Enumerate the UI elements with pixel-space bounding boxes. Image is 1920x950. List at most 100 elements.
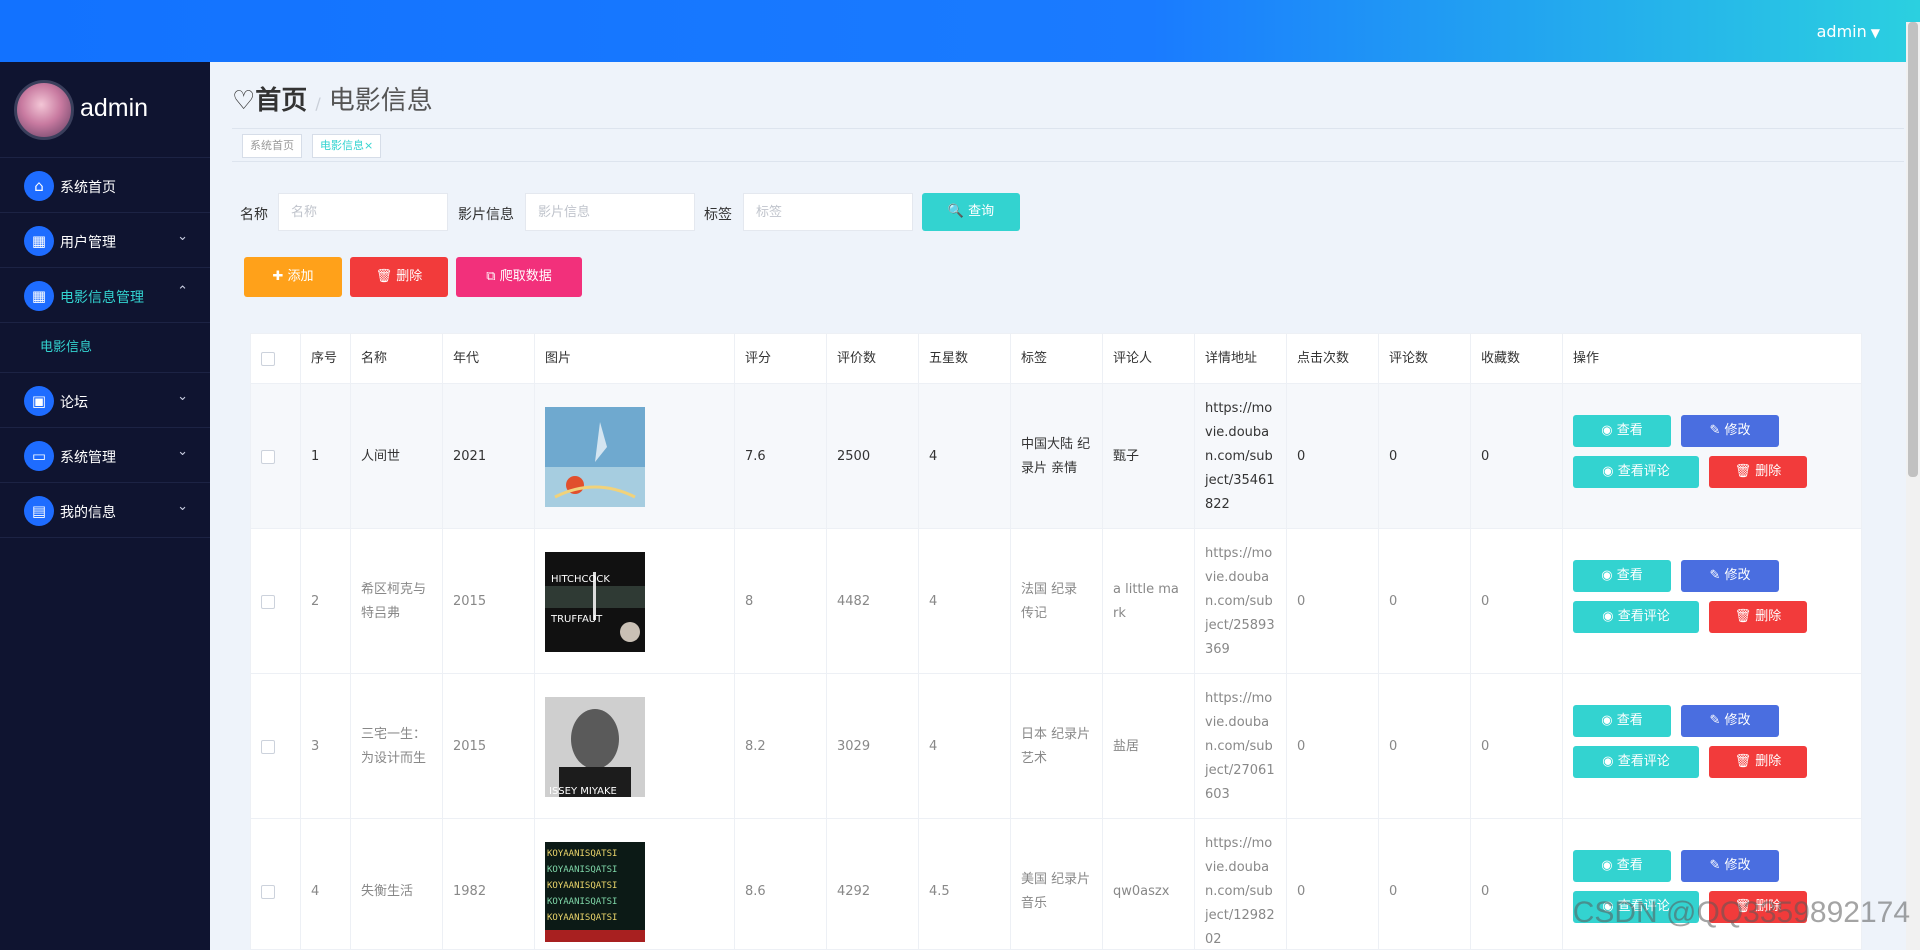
sidebar-item-label: 我的信息	[60, 505, 116, 521]
sidebar-subitem-movie-info[interactable]: 电影信息	[0, 323, 210, 373]
column-header: 年代	[443, 334, 535, 384]
row-delete-button[interactable]: 🗑 删除	[1709, 456, 1807, 488]
select-all-checkbox[interactable]	[261, 352, 275, 366]
poster-image: KOYAANISQATSI KOYAANISQATSI KOYAANISQATS…	[545, 841, 645, 942]
sidebar-item-system[interactable]: ▭ 系统管理 ⌄	[0, 428, 210, 483]
cell-comments: 0	[1379, 384, 1471, 529]
crawl-data-button[interactable]: ⧉ 爬取数据	[456, 257, 582, 297]
poster-image: HITCHCOCK TRUFFAUT	[545, 551, 645, 652]
cell-reviewer: qw0aszx	[1103, 819, 1195, 949]
poster-image	[545, 406, 645, 507]
row-checkbox[interactable]	[261, 449, 275, 464]
cell-year: 1982	[443, 819, 535, 949]
cell-operations: ◉ 查看 ✎ 修改 ◉ 查看评论 🗑 删除	[1563, 819, 1861, 949]
cell-url: https://movie.douban.com/subject/2589336…	[1195, 529, 1287, 674]
row-checkbox[interactable]	[261, 884, 275, 899]
name-search-input[interactable]	[278, 193, 448, 231]
edit-button[interactable]: ✎ 修改	[1681, 850, 1779, 882]
top-navbar: admin ▼	[0, 0, 1920, 62]
avatar	[14, 80, 74, 140]
sidebar-item-home[interactable]: ⌂ 系统首页	[0, 158, 210, 213]
tabs-bar: 系统首页 电影信息×	[232, 128, 1904, 162]
cell-score: 8	[735, 529, 827, 674]
tab-home[interactable]: 系统首页	[242, 134, 302, 158]
row-select-cell	[251, 819, 301, 949]
query-button[interactable]: 🔍 查询	[922, 193, 1020, 231]
cell-operations: ◉ 查看 ✎ 修改 ◉ 查看评论 🗑 删除	[1563, 529, 1861, 674]
cell-reviewer: 甄子	[1103, 384, 1195, 529]
view-comments-button[interactable]: ◉ 查看评论	[1573, 746, 1699, 778]
profile: admin	[0, 62, 210, 158]
view-button[interactable]: ◉ 查看	[1573, 850, 1671, 882]
cell-reviews: 2500	[827, 384, 919, 529]
cell-image: HITCHCOCK TRUFFAUT	[535, 529, 735, 674]
chevron-down-icon: ⌄	[177, 229, 188, 244]
cell-clicks: 0	[1287, 529, 1379, 674]
view-comments-button[interactable]: ◉ 查看评论	[1573, 601, 1699, 633]
view-comments-button[interactable]: ◉ 查看评论	[1573, 456, 1699, 488]
sidebar: admin ⌂ 系统首页 ▦ 用户管理 ⌄ ▦ 电影信息管理 ⌃ 电影信息 ▣ …	[0, 62, 210, 950]
tab-movie-info[interactable]: 电影信息×	[312, 134, 382, 158]
breadcrumb-home[interactable]: ♡首页	[232, 86, 307, 116]
edit-button[interactable]: ✎ 修改	[1681, 415, 1779, 447]
cell-comments: 0	[1379, 674, 1471, 819]
cell-no: 3	[301, 674, 351, 819]
cell-tags: 日本 纪录片 艺术	[1011, 674, 1103, 819]
column-header: 评分	[735, 334, 827, 384]
sidebar-item-label: 系统管理	[60, 450, 116, 466]
page-title: 电影信息	[328, 86, 433, 116]
edit-button[interactable]: ✎ 修改	[1681, 560, 1779, 592]
cell-score: 8.2	[735, 674, 827, 819]
view-button[interactable]: ◉ 查看	[1573, 560, 1671, 592]
cell-favorites: 0	[1471, 529, 1563, 674]
chevron-down-icon: ⌄	[177, 389, 188, 404]
breadcrumb-separator: /	[315, 94, 321, 113]
user-name: admin	[1816, 22, 1867, 41]
cell-favorites: 0	[1471, 819, 1563, 949]
clipboard-icon: ▣	[24, 386, 54, 416]
sidebar-item-forum[interactable]: ▣ 论坛 ⌄	[0, 373, 210, 428]
cell-reviews: 3029	[827, 674, 919, 819]
row-select-cell	[251, 674, 301, 819]
movie-table: 序号 名称 年代 图片 评分 评价数 五星数 标签 评论人 详情地址 点击次数 …	[250, 333, 1862, 950]
cell-tags: 法国 纪录 传记	[1011, 529, 1103, 674]
tag-search-input[interactable]	[743, 193, 913, 231]
grid-icon: ▦	[24, 281, 54, 311]
edit-button[interactable]: ✎ 修改	[1681, 705, 1779, 737]
cell-no: 4	[301, 819, 351, 949]
column-header: 标签	[1011, 334, 1103, 384]
close-icon[interactable]: ×	[364, 139, 373, 152]
row-delete-button[interactable]: 🗑 删除	[1709, 746, 1807, 778]
user-menu[interactable]: admin ▼	[1817, 22, 1880, 41]
cell-tags: 中国大陆 纪录片 亲情	[1011, 384, 1103, 529]
row-checkbox[interactable]	[261, 594, 275, 609]
sidebar-item-users[interactable]: ▦ 用户管理 ⌄	[0, 213, 210, 268]
row-checkbox[interactable]	[261, 739, 275, 754]
column-header: 收藏数	[1471, 334, 1563, 384]
view-button[interactable]: ◉ 查看	[1573, 415, 1671, 447]
name-label: 名称	[240, 207, 268, 223]
sidebar-item-my-info[interactable]: ▤ 我的信息 ⌄	[0, 483, 210, 538]
chevron-down-icon: ⌄	[177, 444, 188, 459]
header-select-all[interactable]	[251, 334, 301, 384]
cell-comments: 0	[1379, 529, 1471, 674]
scrollbar-thumb[interactable]	[1908, 22, 1918, 477]
sidebar-item-label: 论坛	[60, 395, 88, 411]
column-header: 序号	[301, 334, 351, 384]
monitor-icon: ▭	[24, 441, 54, 471]
delete-button[interactable]: 🗑 删除	[350, 257, 448, 297]
tag-label: 标签	[704, 207, 732, 223]
cell-url: https://movie.douban.com/subject/2706160…	[1195, 674, 1287, 819]
sidebar-item-movie-management[interactable]: ▦ 电影信息管理 ⌃	[0, 268, 210, 323]
view-button[interactable]: ◉ 查看	[1573, 705, 1671, 737]
row-delete-button[interactable]: 🗑 删除	[1709, 601, 1807, 633]
cell-reviews: 4292	[827, 819, 919, 949]
chevron-down-icon: ⌄	[177, 499, 188, 514]
add-button[interactable]: ✚ 添加	[244, 257, 342, 297]
cell-operations: ◉ 查看 ✎ 修改 ◉ 查看评论 🗑 删除	[1563, 384, 1861, 529]
info-search-input[interactable]	[525, 193, 695, 231]
column-header: 点击次数	[1287, 334, 1379, 384]
column-header: 评价数	[827, 334, 919, 384]
sidebar-item-label: 电影信息管理	[60, 290, 144, 306]
cell-name: 希区柯克与特吕弗	[351, 529, 443, 674]
